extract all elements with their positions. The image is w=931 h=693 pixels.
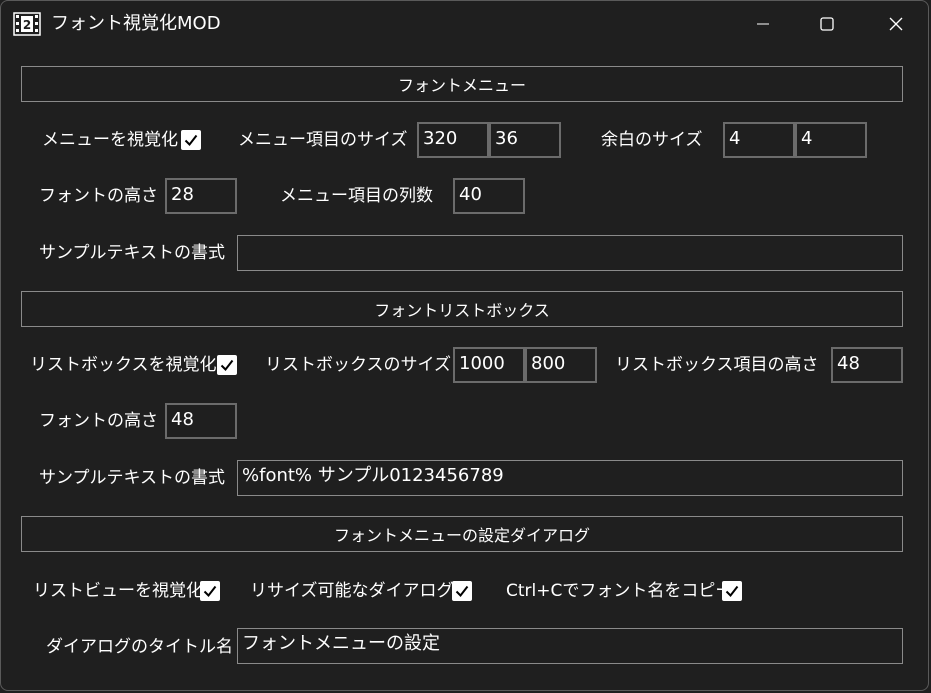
dialog-title-label: ダイアログのタイトル名 — [46, 637, 233, 657]
window-title: フォント視覚化MOD — [51, 13, 221, 34]
minimize-icon — [757, 23, 769, 25]
menu-visualize-checkbox[interactable] — [181, 130, 201, 150]
menu-item-width-input[interactable]: 320 — [417, 122, 489, 158]
resizable-dialog-checkbox[interactable] — [452, 581, 472, 601]
checkmark-icon — [203, 585, 217, 598]
listbox-visualize-label: リストボックスを視覚化 — [30, 355, 217, 375]
menu-item-size-label: メニュー項目のサイズ — [238, 130, 408, 150]
listbox-font-height-label: フォントの高さ — [39, 411, 158, 431]
listview-visualize-label: リストビューを視覚化 — [33, 581, 203, 601]
listbox-sample-format-input[interactable]: %font% サンプル0123456789 — [237, 460, 903, 496]
menu-font-height-label: フォントの高さ — [39, 186, 158, 206]
listbox-width-input[interactable]: 1000 — [453, 347, 525, 383]
maximize-icon — [820, 17, 834, 31]
minimize-button[interactable] — [741, 9, 785, 39]
listbox-item-height-input[interactable]: 48 — [831, 347, 903, 383]
listbox-sample-format-label: サンプルテキストの書式 — [39, 468, 225, 488]
checkmark-icon — [220, 359, 234, 372]
checkmark-icon — [725, 585, 739, 598]
dialog-title-input[interactable]: フォントメニューの設定 — [237, 628, 903, 664]
menu-columns-label: メニュー項目の列数 — [280, 186, 433, 206]
margin-y-input[interactable]: 4 — [795, 122, 867, 158]
app-icon-digit: 2 — [23, 18, 31, 32]
menu-visualize-label: メニューを視覚化 — [42, 130, 178, 150]
margin-x-input[interactable]: 4 — [723, 122, 795, 158]
listbox-size-label: リストボックスのサイズ — [265, 355, 451, 375]
listbox-height-input[interactable]: 800 — [525, 347, 597, 383]
checkmark-icon — [455, 585, 469, 598]
close-button[interactable] — [874, 9, 918, 39]
copy-font-name-label: Ctrl+Cでフォント名をコピー — [506, 581, 733, 601]
listbox-font-height-input[interactable]: 48 — [165, 403, 237, 439]
listview-visualize-checkbox[interactable] — [200, 581, 220, 601]
margin-size-label: 余白のサイズ — [601, 130, 703, 150]
section-header-settings-dialog: フォントメニューの設定ダイアログ — [21, 516, 903, 552]
title-bar[interactable]: 2 フォント視覚化MOD — [1, 1, 930, 47]
settings-window: 2 フォント視覚化MOD フォントメニュー メニューを視覚化 メニュー項目のサイ… — [0, 0, 929, 691]
menu-sample-format-label: サンプルテキストの書式 — [39, 243, 225, 263]
close-icon — [889, 17, 903, 31]
copy-font-name-checkbox[interactable] — [722, 581, 742, 601]
film-number-icon: 2 — [13, 12, 41, 36]
listbox-item-height-label: リストボックス項目の高さ — [615, 355, 819, 375]
section-header-font-listbox: フォントリストボックス — [21, 291, 903, 327]
section-header-font-menu: フォントメニュー — [21, 66, 903, 102]
menu-sample-format-input[interactable] — [237, 235, 903, 271]
menu-font-height-input[interactable]: 28 — [165, 178, 237, 214]
menu-columns-input[interactable]: 40 — [453, 178, 525, 214]
resizable-dialog-label: リサイズ可能なダイアログ — [250, 581, 454, 601]
maximize-button[interactable] — [805, 9, 849, 39]
menu-item-height-input[interactable]: 36 — [489, 122, 561, 158]
checkmark-icon — [184, 134, 198, 147]
listbox-visualize-checkbox[interactable] — [217, 355, 237, 375]
